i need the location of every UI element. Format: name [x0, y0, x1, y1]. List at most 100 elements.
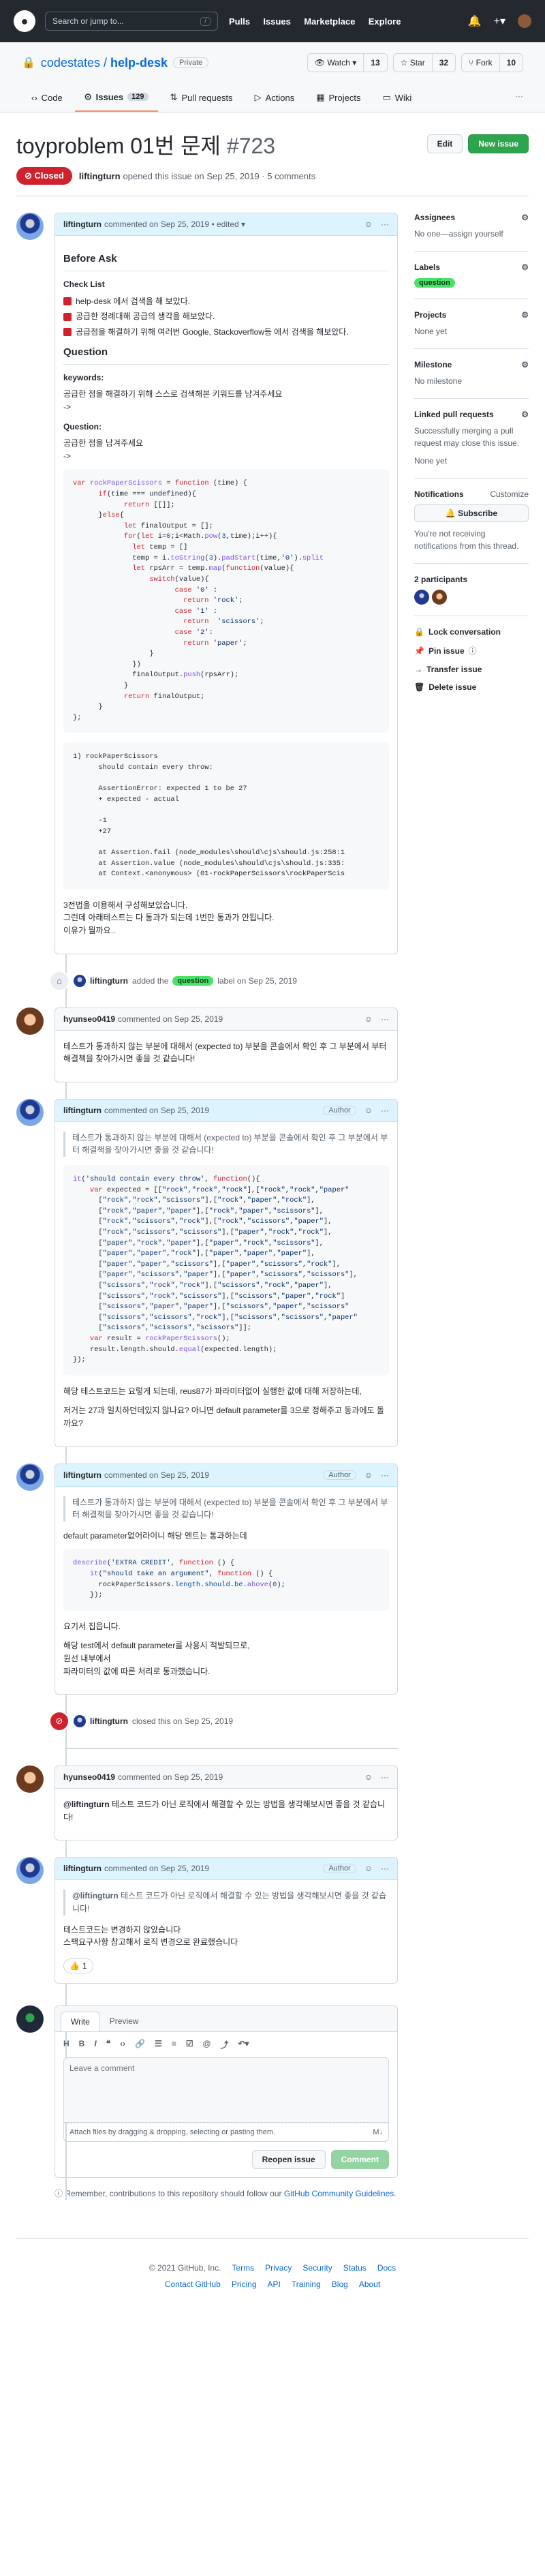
avatar[interactable]: [16, 1766, 44, 1793]
kebab-icon[interactable]: ···: [381, 1470, 389, 1480]
gear-icon[interactable]: ⚙: [521, 360, 529, 369]
code-icon[interactable]: ‹›: [120, 2039, 125, 2050]
avatar[interactable]: [74, 974, 86, 987]
checklist-item[interactable]: 공급한 정례대해 공급의 생각을 해보았다.: [63, 310, 389, 323]
avatar[interactable]: [16, 1857, 44, 1885]
delete-issue[interactable]: 🗑 Delete issue: [414, 682, 529, 692]
sidebar-labels[interactable]: Labels ⚙ question: [414, 262, 529, 299]
sidebar-assignees[interactable]: Assignees ⚙ No one—assign yourself: [414, 213, 529, 252]
comment-author[interactable]: hyunseo0419: [63, 1014, 115, 1024]
smiley-icon[interactable]: ☺: [364, 1864, 373, 1873]
event-actor[interactable]: liftingturn: [90, 976, 128, 986]
search-input[interactable]: Search or jump to... /: [45, 12, 218, 31]
comment-meta[interactable]: commented on Sep 25, 2019: [104, 219, 209, 229]
bell-icon[interactable]: 🔔: [468, 14, 482, 28]
kebab-icon[interactable]: ···: [381, 1106, 389, 1115]
tab-wiki[interactable]: ▭ Wiki: [373, 86, 421, 112]
edited-dropdown[interactable]: • edited ▾: [211, 219, 245, 229]
nav-explore[interactable]: Explore: [369, 16, 401, 27]
gear-icon[interactable]: ⚙: [521, 213, 529, 222]
avatar[interactable]: [16, 2005, 44, 2033]
user-mention[interactable]: @liftingturn: [72, 1891, 119, 1900]
mention-icon[interactable]: @: [203, 2039, 211, 2050]
lock-conversation[interactable]: 🔒 Lock conversation: [414, 627, 529, 637]
avatar[interactable]: [414, 590, 429, 605]
footer-link-security[interactable]: Security: [302, 2263, 332, 2273]
avatar[interactable]: [16, 1098, 44, 1126]
plus-icon[interactable]: +▾: [494, 14, 505, 28]
link-icon[interactable]: 🔗: [135, 2039, 145, 2050]
comment-button[interactable]: Comment: [330, 2150, 389, 2170]
reference-icon[interactable]: ⤴: [220, 2039, 228, 2050]
ordered-list-icon[interactable]: ≡: [172, 2039, 176, 2050]
preview-tab[interactable]: Preview: [100, 2012, 149, 2031]
comment-meta[interactable]: commented on Sep 25, 2019: [118, 1014, 223, 1024]
comment-author[interactable]: liftingturn: [63, 1864, 102, 1873]
comment-meta[interactable]: commented on Sep 25, 2019: [104, 1864, 209, 1873]
issue-author[interactable]: liftingturn: [79, 171, 121, 181]
comment-meta[interactable]: commented on Sep 25, 2019: [104, 1470, 209, 1480]
customize-link[interactable]: Customize: [490, 489, 529, 499]
tab-actions[interactable]: ▷ Actions: [245, 86, 305, 112]
repo-owner[interactable]: codestates: [41, 56, 100, 70]
fork-button[interactable]: ⑂ Fork 10: [461, 53, 523, 72]
github-logo-icon[interactable]: ●: [14, 10, 35, 32]
checklist-item[interactable]: help-desk 에서 검색을 해 보았다.: [63, 295, 389, 308]
avatar[interactable]: [16, 1463, 44, 1491]
comment-author[interactable]: liftingturn: [63, 219, 102, 229]
sidebar-linked-prs[interactable]: Linked pull requests ⚙ Successfully mergin…: [414, 410, 529, 479]
user-mention[interactable]: @liftingturn: [63, 1800, 110, 1809]
footer-link-contact[interactable]: Contact GitHub: [165, 2279, 221, 2289]
footer-link-status[interactable]: Status: [343, 2263, 367, 2273]
nav-pulls[interactable]: Pulls: [229, 16, 250, 27]
heading-icon[interactable]: H: [63, 2039, 69, 2050]
kebab-icon[interactable]: ···: [381, 1014, 389, 1024]
footer-link-training[interactable]: Training: [292, 2279, 321, 2289]
reaction-thumbs-up[interactable]: 👍 1: [63, 1958, 93, 1974]
footer-link-privacy[interactable]: Privacy: [265, 2263, 292, 2273]
avatar[interactable]: [16, 1007, 44, 1035]
attach-files[interactable]: Attach files by dragging & dropping, sel…: [63, 2123, 389, 2142]
new-issue-button[interactable]: New issue: [468, 134, 529, 153]
sidebar-projects[interactable]: Projects ⚙ None yet: [414, 310, 529, 349]
unordered-list-icon[interactable]: ☰: [155, 2039, 162, 2050]
repo-name[interactable]: help-desk: [110, 56, 168, 70]
transfer-issue[interactable]: → Transfer issue: [414, 665, 529, 674]
nav-issues[interactable]: Issues: [263, 16, 290, 27]
comment-meta[interactable]: commented on Sep 25, 2019: [118, 1772, 223, 1782]
label-pill[interactable]: question: [172, 975, 214, 986]
smiley-icon[interactable]: ☺: [364, 1106, 373, 1115]
label-pill[interactable]: question: [414, 278, 455, 288]
footer-link-terms[interactable]: Terms: [232, 2263, 254, 2273]
reply-icon[interactable]: ↶▾: [238, 2039, 249, 2050]
bold-icon[interactable]: B: [79, 2039, 85, 2050]
task-list-icon[interactable]: ☑: [186, 2039, 193, 2050]
footer-link-blog[interactable]: Blog: [332, 2279, 348, 2289]
kebab-icon[interactable]: ···: [381, 1772, 389, 1782]
reopen-issue-button[interactable]: Reopen issue: [251, 2150, 326, 2170]
avatar[interactable]: [16, 213, 44, 240]
comment-author[interactable]: liftingturn: [63, 1470, 102, 1480]
gear-icon[interactable]: ⚙: [521, 262, 529, 272]
quote-icon[interactable]: ❝: [106, 2039, 110, 2050]
tab-code[interactable]: ‹› Code: [22, 86, 72, 112]
nav-marketplace[interactable]: Marketplace: [304, 16, 355, 27]
gear-icon[interactable]: ⚙: [521, 310, 529, 320]
checklist-item[interactable]: 공급점을 해결하기 위해 여러번 Google, Stackoverflow등 …: [63, 326, 389, 339]
tab-pull-requests[interactable]: ⇅ Pull requests: [161, 86, 243, 112]
sidebar-milestone[interactable]: Milestone ⚙ No milestone: [414, 360, 529, 399]
watch-button[interactable]: 👁 Watch ▾ 13: [307, 53, 388, 72]
footer-link-docs[interactable]: Docs: [377, 2263, 396, 2273]
footer-link-api[interactable]: API: [268, 2279, 281, 2289]
comment-textarea[interactable]: Leave a comment: [63, 2057, 389, 2123]
smiley-icon[interactable]: ☺: [364, 219, 373, 229]
gear-icon[interactable]: ⚙: [521, 410, 529, 419]
smiley-icon[interactable]: ☺: [364, 1772, 373, 1782]
footer-link-pricing[interactable]: Pricing: [232, 2279, 257, 2289]
avatar[interactable]: [518, 14, 531, 28]
comment-meta[interactable]: commented on Sep 25, 2019: [104, 1106, 209, 1115]
kebab-icon[interactable]: ···: [381, 219, 389, 229]
pin-issue[interactable]: 📌 Pin issue ⓘ: [414, 645, 529, 656]
edit-button[interactable]: Edit: [426, 134, 463, 153]
event-actor[interactable]: liftingturn: [90, 1716, 128, 1726]
